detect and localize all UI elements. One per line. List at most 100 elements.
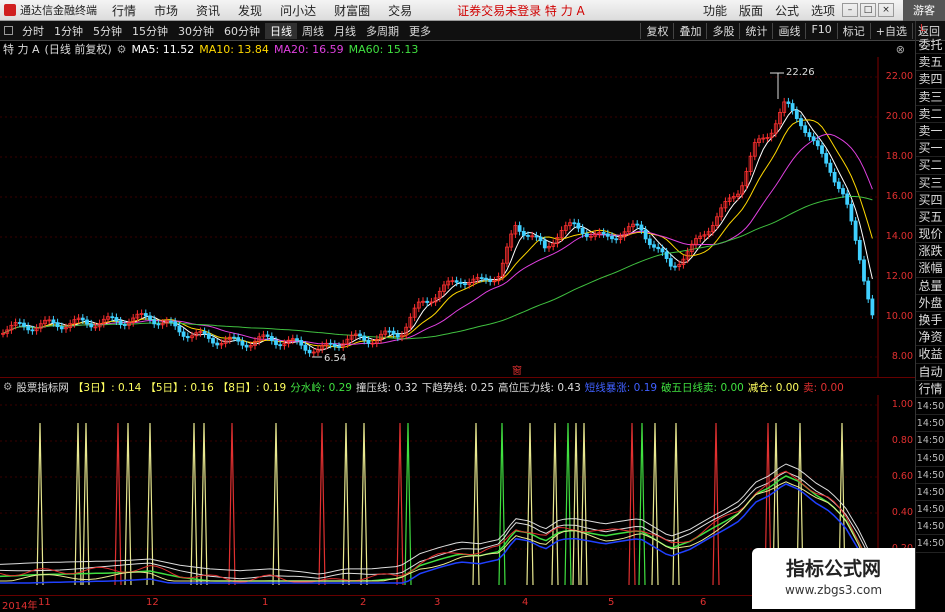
watermark-title: 指标公式网 [785, 558, 881, 580]
chart-divider[interactable] [0, 377, 915, 378]
candle-body [110, 316, 115, 319]
indicator-value: 卖: 0.00 [803, 381, 844, 394]
indicator-settings-icon[interactable]: ⚙ [3, 381, 12, 393]
tab-15min[interactable]: 15分钟 [127, 23, 173, 39]
candle-body [635, 223, 640, 226]
side-item[interactable]: 14:50 [916, 535, 945, 553]
indicator-value: 减仓: 0.00 [747, 381, 800, 394]
watershed-line [0, 475, 877, 582]
guest-label[interactable]: 游客 [903, 0, 945, 21]
button-tongji[interactable]: 统计 [739, 22, 772, 39]
tab-30min[interactable]: 30分钟 [173, 23, 219, 39]
button-add-watchlist[interactable]: +自选 [869, 22, 912, 39]
side-item[interactable]: 买五 [916, 209, 945, 227]
side-item[interactable]: 自动 [916, 364, 945, 381]
tab-more[interactable]: 更多 [404, 23, 436, 39]
side-item[interactable]: 总量 [916, 278, 945, 295]
close-icon[interactable]: × [878, 3, 894, 17]
tab-multi-period[interactable]: 多周期 [361, 23, 404, 39]
menu-item-banmian[interactable]: 版面 [733, 2, 769, 19]
menu-item-zixun[interactable]: 资讯 [187, 2, 229, 19]
settings-gear-icon[interactable]: ⚙ [117, 43, 127, 56]
tab-5min[interactable]: 5分钟 [88, 23, 127, 39]
toolbar-square-icon[interactable] [4, 26, 13, 35]
minimize-icon[interactable]: – [842, 3, 858, 17]
window-label: 窗 [512, 364, 522, 377]
menu-item-faxian[interactable]: 发现 [229, 2, 271, 19]
login-notice[interactable]: 证券交易未登录 特 力 A [457, 2, 585, 19]
candle-body [26, 325, 31, 331]
candle-body [211, 338, 215, 344]
menu-item-hangqing[interactable]: 行情 [103, 2, 145, 19]
menu-item-wenxiaoda[interactable]: 问小达 [271, 2, 325, 19]
candle-body [832, 171, 837, 183]
side-item[interactable]: 14:50 [916, 415, 945, 433]
panel-close-icon[interactable]: ⊗ [896, 43, 905, 56]
tab-1min[interactable]: 1分钟 [49, 23, 88, 39]
indicator-spike [36, 422, 44, 586]
menu-item-jiaoyi[interactable]: 交易 [379, 2, 421, 19]
candle-body [118, 320, 123, 325]
button-f10[interactable]: F10 [805, 22, 836, 39]
candle-body [148, 315, 152, 320]
side-item[interactable]: 14:50 [916, 484, 945, 502]
button-diejia[interactable]: 叠加 [673, 22, 706, 39]
pressure-line [0, 471, 877, 580]
menu-item-shichang[interactable]: 市场 [145, 2, 187, 19]
side-item[interactable]: 涨幅 [916, 260, 945, 278]
button-duogu[interactable]: 多股 [706, 22, 739, 39]
candle-body [526, 235, 530, 237]
side-item[interactable]: 买四 [916, 192, 945, 209]
side-item[interactable]: 卖三 [916, 89, 945, 106]
candle-body [580, 227, 585, 235]
side-item[interactable]: 14:50 [916, 450, 945, 467]
candle-body [236, 337, 241, 342]
button-biaoji[interactable]: 标记 [836, 22, 870, 39]
side-item[interactable]: 涨跌 [916, 243, 945, 261]
candle-body [857, 239, 862, 261]
candle-body [22, 322, 26, 327]
candle-body [85, 319, 89, 325]
side-item[interactable]: 委托 [916, 37, 945, 55]
tab-weekly[interactable]: 周线 [297, 23, 329, 39]
menu-item-gongshi[interactable]: 公式 [769, 2, 805, 19]
side-item[interactable]: 14:50 [916, 432, 945, 450]
candle-body [358, 333, 362, 337]
indicator-spike [638, 422, 646, 586]
side-item[interactable]: 卖五 [916, 54, 945, 72]
side-item[interactable]: 买三 [916, 175, 945, 192]
side-item[interactable]: 14:50 [916, 518, 945, 536]
indicator-spike [200, 422, 208, 586]
side-item[interactable]: 14:50 [916, 467, 945, 484]
tab-monthly[interactable]: 月线 [329, 23, 361, 39]
tab-daily[interactable]: 日线 [265, 22, 297, 39]
side-item[interactable]: 14:50 [916, 501, 945, 519]
side-item[interactable]: 净资 [916, 329, 945, 347]
indicator-value: 【8日】: 0.19 [217, 381, 287, 394]
tab-fenshi[interactable]: 分时 [17, 23, 49, 39]
side-item[interactable]: 买二 [916, 157, 945, 175]
menu-item-caifuquan[interactable]: 财富圈 [325, 2, 379, 19]
maximize-icon[interactable]: □ [860, 3, 876, 17]
side-item[interactable]: 买一 [916, 140, 945, 158]
kline-chart[interactable]: 22.26 6.54 窗 [0, 57, 915, 377]
side-item[interactable]: 收益 [916, 346, 945, 364]
side-item[interactable]: 换手 [916, 312, 945, 330]
side-item[interactable]: 卖一 [916, 123, 945, 141]
side-item[interactable]: 外盘 [916, 295, 945, 312]
side-item[interactable]: 行情 [916, 381, 945, 398]
menu-item-xuanxiang[interactable]: 选项 [805, 2, 841, 19]
candle-body [391, 330, 396, 335]
side-item[interactable]: 现价 [916, 226, 945, 244]
side-item[interactable]: 14:50 [916, 398, 945, 416]
side-item[interactable]: 卖二 [916, 106, 945, 123]
button-huaxian[interactable]: 画线 [772, 22, 805, 39]
candle-body [278, 344, 283, 347]
candle-body [51, 319, 56, 324]
candle-body [185, 336, 190, 339]
side-item[interactable]: 卖四 [916, 71, 945, 89]
indicator-spike [651, 422, 659, 586]
menu-item-gongneng[interactable]: 功能 [697, 2, 733, 19]
button-fuquan[interactable]: 复权 [640, 22, 673, 39]
tab-60min[interactable]: 60分钟 [219, 23, 265, 39]
